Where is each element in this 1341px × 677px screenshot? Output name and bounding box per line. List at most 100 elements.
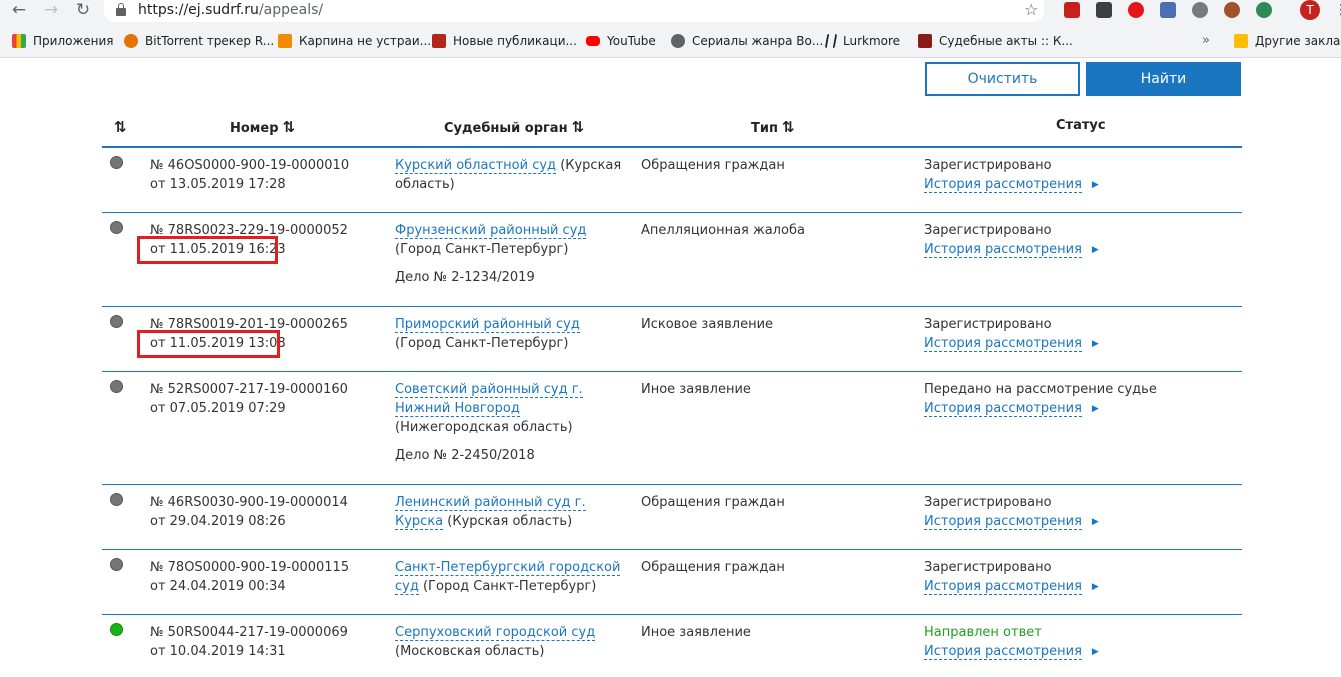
find-button[interactable]: Найти: [1086, 62, 1241, 96]
sort-status-toggle[interactable]: ⇅: [114, 118, 127, 136]
pdf-extension-icon[interactable]: [1064, 2, 1080, 18]
appeal-number: № 50RS0044-217-19-0000069: [150, 625, 348, 640]
history-link-label: История рассмотрения: [924, 514, 1082, 530]
bookmark-karpina[interactable]: Карпина не устраи...: [278, 30, 431, 52]
bookmark-other[interactable]: Другие закладк: [1234, 30, 1341, 52]
column-number[interactable]: Номер ⇅: [230, 118, 295, 136]
bowl-extension-icon[interactable]: [1224, 2, 1240, 18]
triangle-right-icon: ▶: [1091, 582, 1099, 592]
table-row[interactable]: № 46RS0030-900-19-0000014 от 29.04.2019 …: [102, 485, 1242, 550]
clear-button[interactable]: Очистить: [925, 62, 1080, 96]
reload-icon[interactable]: ↻: [72, 0, 94, 20]
court-acts-icon: [918, 34, 932, 48]
column-type[interactable]: Тип ⇅: [751, 118, 795, 136]
history-link[interactable]: История рассмотрения ▶: [924, 577, 1099, 597]
triangle-right-icon: ▶: [1091, 647, 1099, 657]
bookmark-label: Сериалы жанра Во...: [692, 34, 824, 48]
appeal-number: № 52RS0007-217-19-0000160: [150, 382, 348, 397]
table-row[interactable]: № 52RS0007-217-19-0000160 от 07.05.2019 …: [102, 372, 1242, 485]
status-text: Зарегистрировано: [924, 560, 1052, 575]
bookmark-label: Судебные акты :: К...: [939, 34, 1073, 48]
history-link[interactable]: История рассмотрения ▶: [924, 240, 1099, 260]
appeal-date-wrapper: от 11.05.2019 16:23: [137, 236, 286, 264]
appeal-date: от 24.04.2019 00:34: [150, 579, 286, 594]
case-number: Дело № 2-2450/2018: [395, 448, 535, 463]
court-cell: Ленинский районный суд г. Курска (Курска…: [395, 493, 625, 531]
history-link-label: История рассмотрения: [924, 336, 1082, 352]
status-cell: Зарегистрировано История рассмотрения ▶: [924, 558, 1234, 597]
appeal-type: Обращения граждан: [641, 158, 785, 173]
history-link[interactable]: История рассмотрения ▶: [924, 642, 1099, 662]
appeal-number-cell: № 50RS0044-217-19-0000069 от 10.04.2019 …: [150, 623, 380, 661]
globe-icon: [671, 34, 685, 48]
case-number: Дело № 2-1234/2019: [395, 270, 535, 285]
table-row[interactable]: № 46OS0000-900-19-0000010 от 13.05.2019 …: [102, 148, 1242, 213]
court-region: (Город Санкт-Петербург): [395, 242, 569, 257]
status-cell: Зарегистрировано История рассмотрения ▶: [924, 315, 1234, 354]
bookmark-youtube[interactable]: YouTube: [586, 30, 656, 52]
status-cell: Направлен ответ История рассмотрения ▶: [924, 623, 1234, 662]
court-link[interactable]: Приморский районный суд: [395, 317, 580, 333]
status-text: Зарегистрировано: [924, 158, 1052, 173]
history-link-label: История рассмотрения: [924, 242, 1082, 258]
back-arrow-icon[interactable]: ←: [8, 0, 30, 20]
column-court-label: Судебный орган: [444, 121, 568, 136]
bookmark-serials[interactable]: Сериалы жанра Во...: [671, 30, 823, 52]
bookmark-lurkmore[interactable]: Lurkmore: [824, 30, 901, 52]
court-link[interactable]: Курский областной суд: [395, 158, 557, 174]
notice-icon: [432, 34, 446, 48]
history-link-label: История рассмотрения: [924, 401, 1082, 417]
appeal-type: Иное заявление: [641, 382, 751, 397]
court-cell: Курский областной суд (Курская область): [395, 156, 625, 194]
bookmark-court-acts[interactable]: Судебные акты :: К...: [918, 30, 1073, 52]
table-row[interactable]: № 78RS0019-201-19-0000265 от 11.05.2019 …: [102, 307, 1242, 372]
court-link[interactable]: Серпуховский городской суд: [395, 625, 596, 641]
history-link[interactable]: История рассмотрения ▶: [924, 399, 1099, 419]
status-text: Зарегистрировано: [924, 495, 1052, 510]
appeal-number-cell: № 46OS0000-900-19-0000010 от 13.05.2019 …: [150, 156, 380, 194]
history-link[interactable]: История рассмотрения ▶: [924, 512, 1099, 532]
globe-extension-icon[interactable]: [1256, 2, 1272, 18]
history-link[interactable]: История рассмотрения ▶: [924, 175, 1099, 195]
bookmark-star-icon[interactable]: ☆: [1024, 0, 1038, 20]
court-link[interactable]: Советский районный суд г. Нижний Новгоро…: [395, 382, 583, 417]
dark-extension-icon[interactable]: [1096, 2, 1112, 18]
bookmark-bittorrent[interactable]: BitTorrent трекер R...: [124, 30, 274, 52]
bookmarks-overflow-icon[interactable]: »: [1202, 30, 1210, 52]
column-status: Статус: [1056, 118, 1106, 133]
bookmark-publications[interactable]: Новые публикаци...: [432, 30, 577, 52]
bookmark-label: Другие закладк: [1255, 34, 1341, 48]
appeal-number-cell: № 78OS0000-900-19-0000115 от 24.04.2019 …: [150, 558, 380, 596]
lock-icon: [116, 3, 126, 16]
history-link[interactable]: История рассмотрения ▶: [924, 334, 1099, 354]
status-dot-icon: [110, 221, 123, 234]
bookmark-label: Lurkmore: [843, 34, 901, 48]
appeal-type: Исковое заявление: [641, 317, 774, 332]
appeal-type: Апелляционная жалоба: [641, 223, 805, 238]
yandex-extension-icon[interactable]: [1128, 2, 1144, 18]
bookmark-apps[interactable]: Приложения: [12, 30, 114, 52]
column-court[interactable]: Судебный орган ⇅: [444, 118, 584, 136]
status-dot-icon: [110, 558, 123, 571]
youtube-icon: [586, 36, 600, 46]
settings-extension-icon[interactable]: [1192, 2, 1208, 18]
table-row[interactable]: № 78OS0000-900-19-0000115 от 24.04.2019 …: [102, 550, 1242, 615]
menu-dots-icon[interactable]: ⋮: [1334, 0, 1341, 20]
appeal-date: от 13.05.2019 17:28: [150, 177, 286, 192]
table-row[interactable]: № 50RS0044-217-19-0000069 от 10.04.2019 …: [102, 615, 1242, 677]
puzzle-extension-icon[interactable]: [1160, 2, 1176, 18]
appeal-number-cell: № 46RS0030-900-19-0000014 от 29.04.2019 …: [150, 493, 380, 531]
profile-avatar[interactable]: T: [1300, 0, 1320, 20]
status-dot-icon: [110, 623, 123, 636]
court-link[interactable]: Фрунзенский районный суд: [395, 223, 587, 239]
bookmark-label: Новые публикаци...: [453, 34, 577, 48]
court-cell: Фрунзенский районный суд (Город Санкт-Пе…: [395, 221, 625, 287]
appeal-date: от 07.05.2019 07:29: [150, 401, 286, 416]
table-row[interactable]: № 78RS0023-229-19-0000052 от 11.05.2019 …: [102, 213, 1242, 307]
highlight-box: [137, 236, 278, 264]
forward-arrow-icon[interactable]: →: [40, 0, 62, 20]
status-cell: Зарегистрировано История рассмотрения ▶: [924, 493, 1234, 532]
address-bar[interactable]: https://ej.sudrf.ru/appeals/: [104, 0, 1044, 22]
bookmarks-bar: Приложения BitTorrent трекер R... Карпин…: [0, 30, 1341, 52]
appeal-date-wrapper: от 11.05.2019 13:08: [137, 330, 286, 358]
